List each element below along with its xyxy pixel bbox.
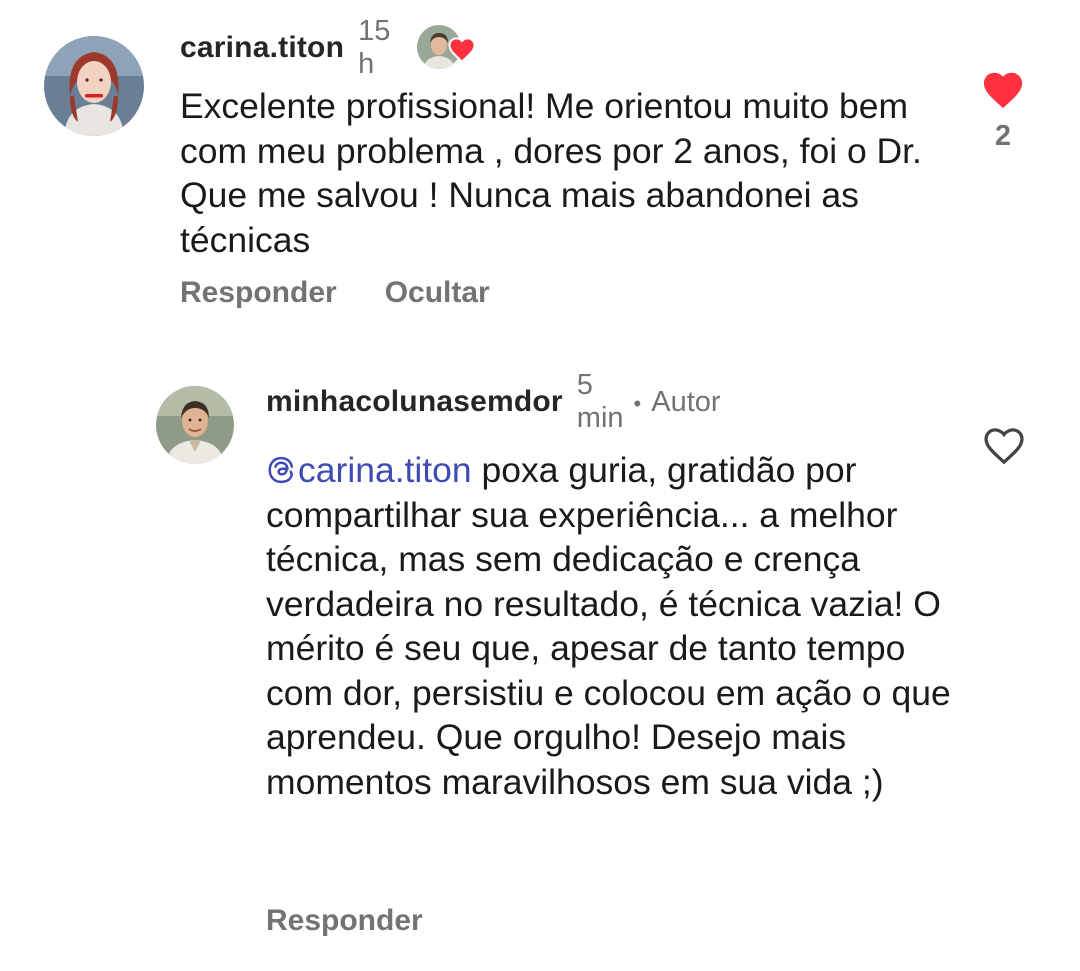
threads-icon [268,456,294,484]
heart-icon [448,37,476,63]
mention-link[interactable]: carina.titon [266,450,472,490]
liked-by-author-badge [416,25,476,71]
comment-actions: Responder [266,904,471,938]
like-control [978,424,1030,466]
heart-outline-icon[interactable] [981,424,1027,466]
like-count[interactable]: 2 [995,120,1011,153]
avatar[interactable] [156,386,234,464]
username[interactable]: minhacolunasemdor [266,385,563,419]
reply-text: poxa guria, gratidão por compartilhar su… [266,450,951,802]
timestamp: 5 min [576,369,624,434]
username[interactable]: carina.titon [180,31,344,65]
comment-actions: Responder Ocultar [180,276,538,310]
hide-button[interactable]: Ocultar [385,276,490,310]
comment-header: carina.titon 15 h [180,15,476,80]
comment-text: carina.titon poxa guria, gratidão por co… [266,448,966,804]
comment-text: Excelente profissional! Me orientou muit… [180,86,922,260]
like-control: 2 [974,68,1032,153]
comment-header: minhacolunasemdor 5 min • Autor [266,369,721,434]
author-badge: Autor [651,385,721,418]
avatar[interactable] [44,36,144,136]
reply-button[interactable]: Responder [266,904,423,938]
timestamp: 15 h [358,15,391,80]
mention-username[interactable]: carina.titon [298,450,472,490]
comment-body: Excelente profissional! Me orientou muit… [180,84,960,262]
comment-body: carina.titon poxa guria, gratidão por co… [266,448,966,804]
heart-filled-icon[interactable] [980,68,1026,110]
separator-dot: • [633,391,642,416]
reply-button[interactable]: Responder [180,276,337,310]
